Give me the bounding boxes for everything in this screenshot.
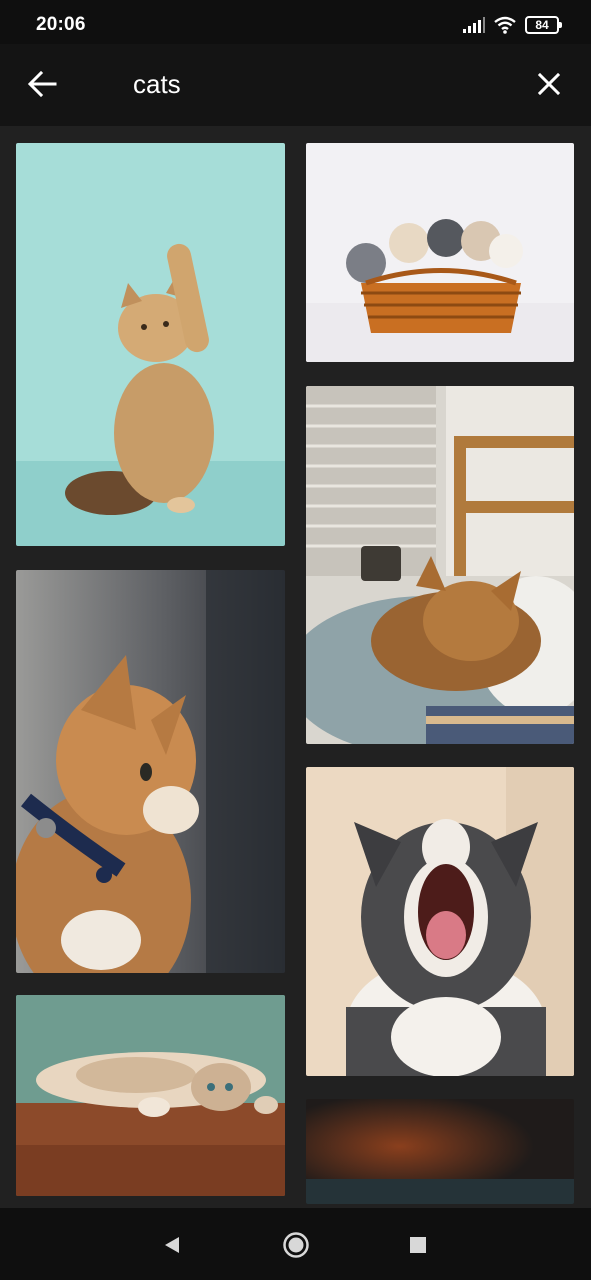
status-bar: 20:06 84 [0, 0, 591, 44]
back-triangle-icon [165, 1237, 179, 1253]
arrow-left-icon [27, 71, 57, 97]
nav-back-button[interactable] [156, 1230, 186, 1260]
wifi-icon [494, 16, 516, 34]
home-circle-icon [283, 1232, 309, 1258]
tabby-cat-sleeping-photo[interactable] [306, 386, 574, 744]
status-icons: 84 [463, 14, 562, 36]
image-results-grid [0, 126, 591, 1208]
close-button[interactable] [529, 64, 569, 104]
back-button[interactable] [22, 64, 62, 104]
signal-icon [463, 17, 485, 33]
search-query[interactable]: cats [133, 69, 181, 100]
status-time: 20:06 [36, 14, 86, 35]
kitten-raising-paw-photo[interactable] [16, 143, 285, 546]
cat-lying-upside-down-photo[interactable] [16, 995, 285, 1196]
ginger-cat-with-collar-photo[interactable] [16, 570, 285, 973]
search-toolbar: cats [0, 44, 591, 126]
battery-level: 84 [535, 18, 549, 32]
nav-home-button[interactable] [281, 1230, 311, 1260]
cat-yawning-photo[interactable] [306, 767, 574, 1076]
blurred-dark-photo[interactable] [306, 1099, 574, 1204]
recents-square-icon [410, 1237, 426, 1253]
close-icon [538, 73, 560, 95]
kittens-in-basket-photo[interactable] [306, 143, 574, 362]
system-nav-bar [0, 1208, 591, 1280]
battery-icon: 84 [525, 16, 562, 34]
nav-recents-button[interactable] [403, 1230, 433, 1260]
